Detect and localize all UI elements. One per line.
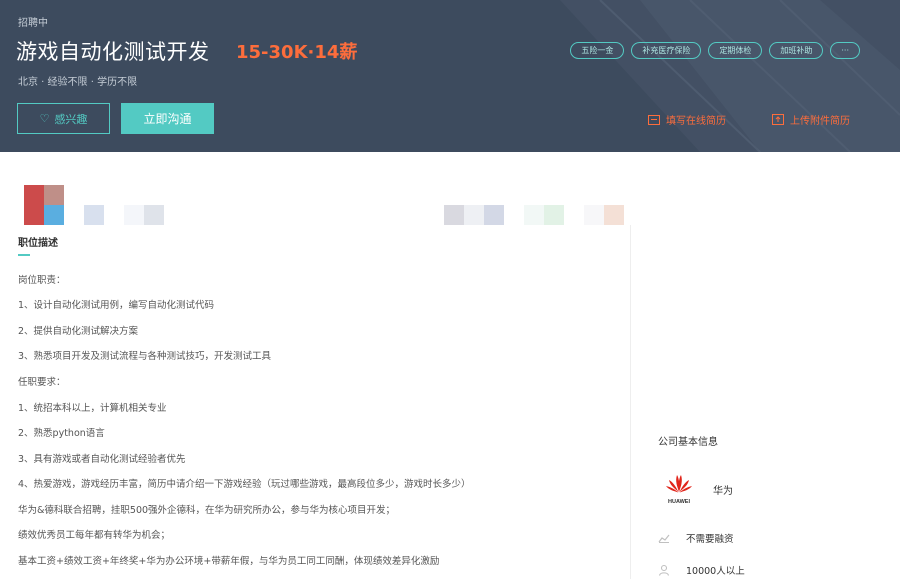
interest-button-label: 感兴趣 <box>54 112 88 126</box>
description-line: 1、设计自动化测试用例，编写自动化测试代码 <box>18 300 215 311</box>
photo-tile <box>144 205 164 225</box>
benefit-tag: 定期体检 <box>708 42 763 59</box>
photo-tile <box>24 185 44 225</box>
description-line: 绩效优秀员工每年都有转华为机会； <box>18 530 171 541</box>
description-line: 1、统招本科以上，计算机相关专业 <box>18 403 167 414</box>
photo-tile <box>524 205 544 225</box>
job-status: 招聘中 <box>18 18 48 29</box>
company-info-heading: 公司基本信息 <box>658 437 718 448</box>
upload-resume-label: 上传附件简历 <box>790 116 850 127</box>
photo-tile <box>444 205 464 225</box>
company-name[interactable]: 华为 <box>713 482 733 497</box>
description-line: 华为&德科联合招聘，挂职500强外企德科，在华为研究所办公，参与华为核心项目开发… <box>18 505 396 516</box>
interest-button[interactable]: ♡ 感兴趣 <box>17 103 110 134</box>
financing-row: 不需要融资 <box>658 531 734 545</box>
photo-tile <box>604 205 624 225</box>
benefit-tag: 加班补助 <box>769 42 824 59</box>
company-size-row: 10000人以上 <box>658 563 745 577</box>
description-line: 2、提供自动化测试解决方案 <box>18 326 139 337</box>
photo-tile <box>44 185 64 205</box>
job-title: 游戏自动化测试开发 <box>16 40 210 64</box>
job-header-banner: 招聘中 游戏自动化测试开发 15-30K·14薪 北京 · 经验不限 · 学历不… <box>0 0 900 152</box>
form-icon <box>648 114 660 125</box>
description-line: 任职要求： <box>18 377 66 388</box>
photo-tile <box>544 205 564 225</box>
photo-tile <box>124 205 144 225</box>
fill-online-resume-link[interactable]: 填写在线简历 <box>648 112 726 127</box>
photo-tile <box>484 205 504 225</box>
column-divider <box>630 225 631 579</box>
photo-tile <box>84 205 104 225</box>
heading-underline <box>18 254 30 256</box>
huawei-logo-text: HUAWEI <box>668 499 690 505</box>
description-line: 3、熟悉项目开发及测试流程与各种测试技巧，开发测试工具 <box>18 351 272 362</box>
description-line: 岗位职责： <box>18 275 66 286</box>
job-meta: 北京 · 经验不限 · 学历不限 <box>18 77 138 88</box>
description-line: 3、具有游戏或者自动化测试经验者优先 <box>18 454 186 465</box>
heart-icon: ♡ <box>39 112 50 125</box>
description-line: 基本工资+绩效工资+年终奖+华为办公环境+带薪年假，与华为员工同工同酬，体现绩效… <box>18 556 440 567</box>
more-benefits-tag[interactable]: ··· <box>830 42 860 59</box>
job-salary: 15-30K·14薪 <box>236 42 358 63</box>
chat-now-button[interactable]: 立即沟通 <box>121 103 214 134</box>
photo-tile <box>584 205 604 225</box>
photo-tile <box>464 205 484 225</box>
benefit-tags: 五险一金 补充医疗保险 定期体检 加班补助 ··· <box>570 42 860 59</box>
financing-icon <box>658 534 670 543</box>
huawei-logo[interactable]: HUAWEI <box>662 472 696 506</box>
job-description-heading: 职位描述 <box>18 238 58 249</box>
company-size-label: 10000人以上 <box>686 566 745 577</box>
benefit-tag: 补充医疗保险 <box>631 42 702 59</box>
upload-icon <box>772 114 784 125</box>
description-line: 2、熟悉python语言 <box>18 428 105 439</box>
photo-tile <box>44 205 64 225</box>
financing-label: 不需要融资 <box>686 534 734 545</box>
description-line: 4、热爱游戏，游戏经历丰富，简历中请介绍一下游戏经验（玩过哪些游戏，最高段位多少… <box>18 479 471 490</box>
fill-online-resume-label: 填写在线简历 <box>666 116 726 127</box>
people-icon <box>658 564 670 576</box>
benefit-tag: 五险一金 <box>570 42 625 59</box>
upload-resume-link[interactable]: 上传附件简历 <box>772 112 850 127</box>
